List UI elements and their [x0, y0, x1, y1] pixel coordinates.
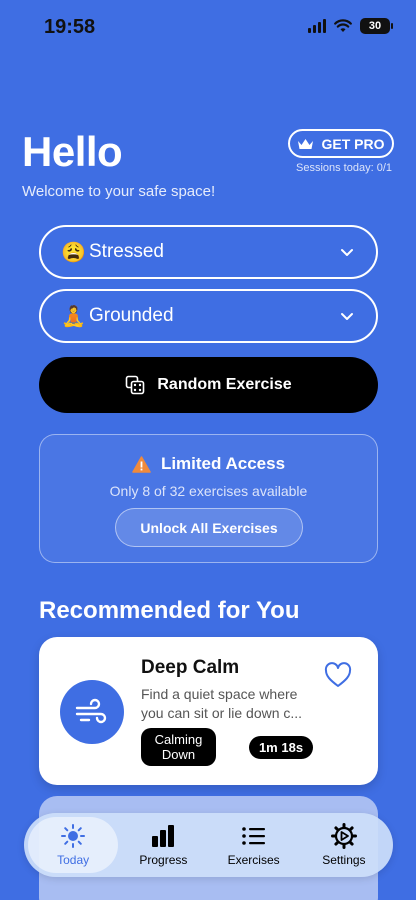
exercise-card[interactable]: Deep Calm Find a quiet space where you c… — [39, 637, 378, 785]
limited-access-title: Limited Access — [160, 454, 286, 473]
sun-icon — [61, 824, 86, 848]
get-pro-button[interactable]: GET PRO — [288, 129, 394, 158]
category-badge: Calming Down — [141, 728, 216, 766]
page-subtitle: Welcome to your safe space! — [22, 183, 216, 200]
list-icon — [241, 827, 265, 845]
tab-today[interactable]: Today — [28, 817, 119, 873]
signal-icon — [308, 19, 326, 33]
goal-select-value: Grounded — [89, 305, 174, 326]
tab-settings[interactable]: Settings — [299, 817, 389, 873]
status-bar: 19:58 30 — [0, 0, 416, 56]
page-title: Hello — [22, 128, 123, 175]
gear-icon — [330, 823, 357, 849]
tab-bar: Today Progress Exercises Settings — [24, 813, 393, 877]
status-icons: 30 — [308, 18, 393, 34]
heart-icon[interactable] — [324, 662, 352, 688]
wind-icon — [60, 680, 124, 744]
dice-icon — [126, 375, 145, 395]
tab-progress[interactable]: Progress — [118, 817, 208, 873]
chevron-down-icon — [341, 313, 353, 320]
exercise-description: Find a quiet space where you can sit or … — [141, 686, 303, 721]
status-time: 19:58 — [44, 16, 96, 38]
wifi-icon — [334, 19, 352, 32]
bar-chart-icon — [152, 825, 175, 847]
random-exercise-label: Random Exercise — [157, 376, 292, 393]
random-exercise-button[interactable]: Random Exercise — [39, 357, 378, 413]
exercise-title: Deep Calm — [141, 657, 240, 678]
mood-select[interactable]: 😩 Stressed — [39, 225, 378, 279]
goal-select[interactable]: 🧘 Grounded — [39, 289, 378, 343]
limited-access-card: Limited Access Only 8 of 32 exercises av… — [39, 434, 378, 563]
tired-face-icon: 😩 — [61, 241, 86, 264]
recommended-heading: Recommended for You — [39, 597, 300, 624]
mood-select-value: Stressed — [89, 241, 164, 262]
tab-settings-label: Settings — [322, 853, 366, 867]
limited-access-subtitle: Only 8 of 32 exercises available — [109, 483, 308, 499]
unlock-all-button[interactable]: Unlock All Exercises — [115, 508, 303, 547]
battery-icon: 30 — [360, 18, 393, 34]
get-pro-label: GET PRO — [321, 135, 385, 152]
warning-icon — [132, 455, 151, 473]
crown-icon — [298, 138, 314, 149]
tab-exercises-label: Exercises — [227, 853, 280, 867]
tab-today-label: Today — [57, 853, 90, 867]
duration-badge: 1m 18s — [249, 736, 313, 759]
sessions-count: Sessions today: 0/1 — [295, 162, 392, 174]
limited-access-header: Limited Access — [40, 454, 377, 474]
tab-progress-label: Progress — [139, 853, 188, 867]
tab-exercises[interactable]: Exercises — [209, 817, 299, 873]
meditation-icon: 🧘 — [61, 305, 86, 328]
chevron-down-icon — [341, 249, 353, 256]
